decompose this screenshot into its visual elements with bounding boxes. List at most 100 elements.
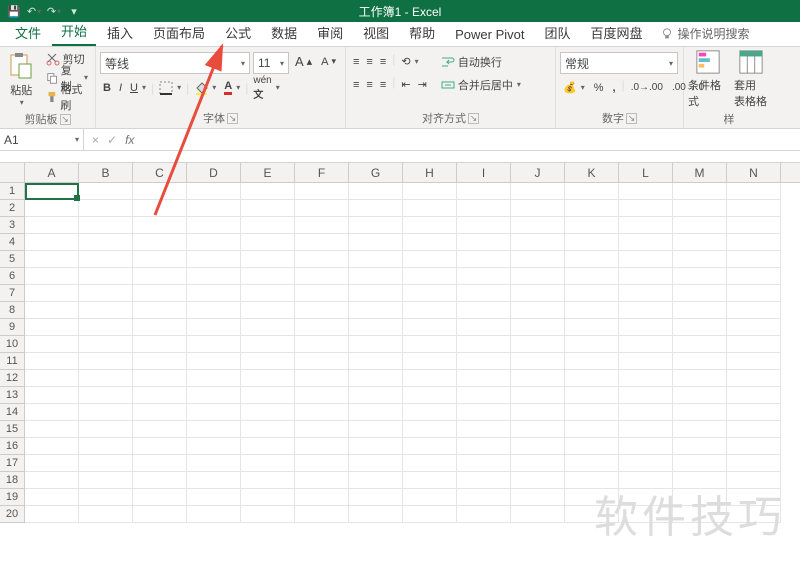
- cell[interactable]: [403, 506, 457, 523]
- cell[interactable]: [295, 336, 349, 353]
- cell[interactable]: [295, 438, 349, 455]
- cell[interactable]: [241, 183, 295, 200]
- cell[interactable]: [457, 353, 511, 370]
- cell[interactable]: [133, 472, 187, 489]
- cell[interactable]: [79, 404, 133, 421]
- col-header[interactable]: J: [511, 163, 565, 182]
- cell[interactable]: [457, 319, 511, 336]
- cell[interactable]: [457, 200, 511, 217]
- row-header[interactable]: 15: [0, 421, 24, 438]
- cell[interactable]: [673, 302, 727, 319]
- cell[interactable]: [241, 438, 295, 455]
- row-header[interactable]: 6: [0, 268, 24, 285]
- cell[interactable]: [133, 455, 187, 472]
- cell[interactable]: [133, 285, 187, 302]
- cell[interactable]: [673, 251, 727, 268]
- cell[interactable]: [565, 336, 619, 353]
- cell[interactable]: [241, 421, 295, 438]
- cell[interactable]: [25, 438, 79, 455]
- cell[interactable]: [79, 336, 133, 353]
- cell[interactable]: [349, 404, 403, 421]
- cell[interactable]: [673, 455, 727, 472]
- cell[interactable]: [295, 200, 349, 217]
- cell[interactable]: [619, 438, 673, 455]
- col-header[interactable]: K: [565, 163, 619, 182]
- cell[interactable]: [349, 251, 403, 268]
- cell[interactable]: [349, 455, 403, 472]
- cell[interactable]: [565, 183, 619, 200]
- cell[interactable]: [349, 319, 403, 336]
- cell[interactable]: [187, 438, 241, 455]
- cell[interactable]: [673, 268, 727, 285]
- font-color-button[interactable]: A▾: [221, 78, 243, 97]
- cell[interactable]: [133, 489, 187, 506]
- col-header[interactable]: C: [133, 163, 187, 182]
- tab-team[interactable]: 团队: [536, 19, 580, 46]
- cell[interactable]: [241, 455, 295, 472]
- cell[interactable]: [79, 319, 133, 336]
- cell[interactable]: [349, 234, 403, 251]
- cell[interactable]: [403, 302, 457, 319]
- increase-decimal-button[interactable]: .0→.00: [628, 78, 666, 97]
- cell[interactable]: [403, 285, 457, 302]
- cell[interactable]: [673, 404, 727, 421]
- cell[interactable]: [403, 489, 457, 506]
- cell[interactable]: [403, 438, 457, 455]
- cell[interactable]: [403, 472, 457, 489]
- cell[interactable]: [619, 370, 673, 387]
- cell[interactable]: [565, 353, 619, 370]
- cell[interactable]: [673, 336, 727, 353]
- col-header[interactable]: B: [79, 163, 133, 182]
- cell[interactable]: [349, 200, 403, 217]
- cell[interactable]: [241, 251, 295, 268]
- cell[interactable]: [79, 217, 133, 234]
- cell[interactable]: [403, 370, 457, 387]
- cell[interactable]: [403, 319, 457, 336]
- cell[interactable]: [79, 387, 133, 404]
- phonetic-button[interactable]: wén文▾: [250, 78, 282, 97]
- tab-review[interactable]: 审阅: [308, 19, 352, 46]
- tab-data[interactable]: 数据: [262, 19, 306, 46]
- cell[interactable]: [619, 183, 673, 200]
- cell[interactable]: [673, 506, 727, 523]
- cell[interactable]: [25, 200, 79, 217]
- cell[interactable]: [295, 285, 349, 302]
- cell[interactable]: [457, 251, 511, 268]
- cell[interactable]: [79, 472, 133, 489]
- cell[interactable]: [727, 285, 781, 302]
- col-header[interactable]: M: [673, 163, 727, 182]
- cell[interactable]: [673, 183, 727, 200]
- undo-icon[interactable]: ↶▾: [26, 3, 42, 19]
- clipboard-launcher[interactable]: ↘: [60, 114, 71, 125]
- cell[interactable]: [349, 302, 403, 319]
- cell[interactable]: [133, 268, 187, 285]
- cell[interactable]: [727, 302, 781, 319]
- cell[interactable]: [457, 489, 511, 506]
- tab-help[interactable]: 帮助: [400, 19, 444, 46]
- cell[interactable]: [565, 302, 619, 319]
- tab-powerpivot[interactable]: Power Pivot: [446, 23, 533, 46]
- cell[interactable]: [295, 353, 349, 370]
- cell[interactable]: [187, 455, 241, 472]
- paste-button[interactable]: 粘贴▾: [4, 49, 39, 109]
- tab-home[interactable]: 开始: [52, 17, 96, 46]
- cell[interactable]: [511, 353, 565, 370]
- cell[interactable]: [295, 302, 349, 319]
- cell[interactable]: [511, 217, 565, 234]
- cell[interactable]: [187, 421, 241, 438]
- cell[interactable]: [619, 472, 673, 489]
- cell[interactable]: [727, 489, 781, 506]
- row-header[interactable]: 1: [0, 183, 24, 200]
- cell[interactable]: [241, 268, 295, 285]
- cell[interactable]: [349, 285, 403, 302]
- cell[interactable]: [25, 404, 79, 421]
- cell[interactable]: [727, 336, 781, 353]
- wrap-text-button[interactable]: 自动换行: [438, 52, 524, 71]
- cell[interactable]: [133, 234, 187, 251]
- cell[interactable]: [511, 234, 565, 251]
- cell[interactable]: [79, 285, 133, 302]
- cell[interactable]: [511, 506, 565, 523]
- cell[interactable]: [79, 200, 133, 217]
- cell[interactable]: [619, 285, 673, 302]
- cell[interactable]: [349, 421, 403, 438]
